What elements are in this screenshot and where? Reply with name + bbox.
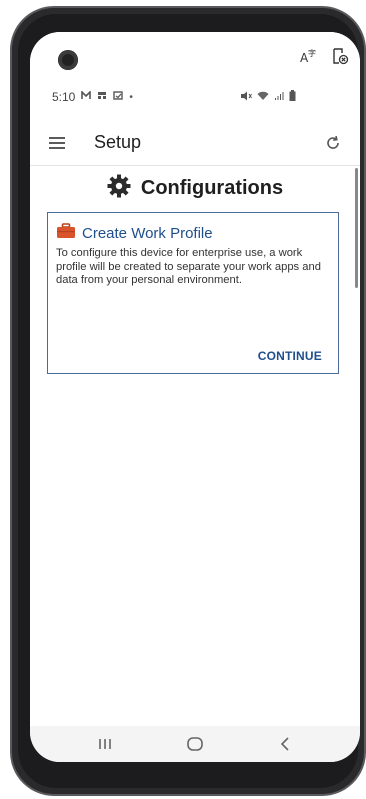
svg-text:字: 字 bbox=[308, 48, 316, 58]
continue-button[interactable]: CONTINUE bbox=[258, 349, 322, 363]
navigation-bar bbox=[30, 726, 360, 762]
screen: A 字 5:10 • Setup Configurations Create W… bbox=[30, 32, 360, 762]
signal-icon bbox=[274, 90, 284, 104]
mute-icon bbox=[240, 90, 252, 104]
status-bar: 5:10 • bbox=[30, 84, 360, 110]
card-description: To configure this device for enterprise … bbox=[56, 247, 321, 286]
briefcase-icon bbox=[56, 223, 76, 244]
wifi-icon bbox=[257, 90, 269, 104]
page-title: Setup bbox=[94, 132, 142, 152]
refresh-icon[interactable] bbox=[322, 132, 344, 154]
camera-icon bbox=[58, 50, 78, 70]
camera-row: A 字 bbox=[30, 32, 360, 74]
app-bar: Setup bbox=[30, 120, 360, 166]
text-size-icon[interactable]: A 字 bbox=[298, 46, 318, 66]
phone-frame: A 字 5:10 • Setup Configurations Create W… bbox=[10, 6, 366, 796]
screenshot-icon[interactable] bbox=[330, 46, 350, 66]
menu-icon[interactable] bbox=[46, 132, 68, 154]
card-header: Create Work Profile bbox=[56, 223, 213, 244]
dot-icon: • bbox=[129, 91, 133, 103]
battery-icon bbox=[289, 90, 296, 104]
work-profile-card: Create Work Profile To configure this de… bbox=[47, 212, 339, 374]
notification-icon bbox=[81, 90, 92, 103]
card-title: Create Work Profile bbox=[82, 225, 213, 242]
status-time: 5:10 bbox=[52, 90, 76, 104]
recents-icon[interactable] bbox=[85, 729, 125, 759]
content: Configurations Create Work Profile To co… bbox=[30, 166, 360, 726]
section-title: Configurations bbox=[140, 177, 284, 199]
notification-icon bbox=[113, 91, 124, 103]
gear-icon bbox=[107, 174, 131, 203]
notification-icon bbox=[97, 91, 107, 103]
home-icon[interactable] bbox=[175, 729, 215, 759]
back-icon[interactable] bbox=[265, 729, 305, 759]
top-icons: A 字 bbox=[298, 46, 350, 66]
section-header: Configurations bbox=[30, 174, 360, 203]
